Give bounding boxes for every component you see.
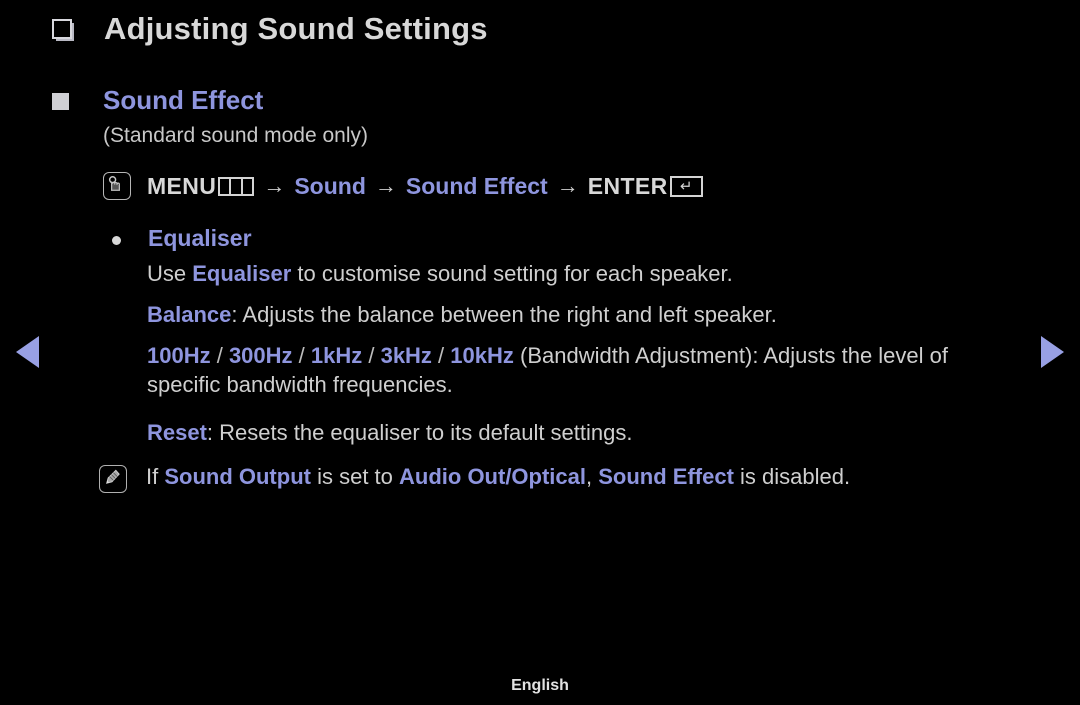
freq-100hz: 100Hz: [147, 343, 211, 368]
line1-term: Equaliser: [192, 261, 292, 286]
equaliser-bullet-row: Equaliser: [112, 224, 252, 254]
equaliser-line-1: Use Equaliser to customise sound setting…: [147, 259, 733, 288]
note-mid-2: ,: [586, 464, 599, 489]
path-arrow-1: →: [263, 173, 286, 198]
note-term-sound-output: Sound Output: [164, 464, 311, 489]
path-arrow-2: →: [374, 173, 397, 198]
balance-desc: : Adjusts the balance between the right …: [231, 302, 777, 327]
menu-grid-glyph-icon: [218, 176, 255, 196]
menu-label: MENU: [147, 172, 217, 199]
freq-sep-3: /: [362, 343, 381, 368]
freq-3khz: 3kHz: [380, 343, 432, 368]
page-title-row: Adjusting Sound Settings: [52, 10, 488, 47]
note-row: If Sound Output is set to Audio Out/Opti…: [99, 463, 850, 493]
menu-path-row: MENU → Sound → Sound Effect → ENTER ↵: [103, 172, 703, 200]
line1-post: to customise sound setting for each spea…: [291, 261, 733, 286]
filled-square-icon: [52, 93, 69, 110]
section-heading-row: Sound Effect: [52, 84, 263, 117]
reset-term: Reset: [147, 420, 207, 445]
ebook-page: Adjusting Sound Settings Sound Effect (S…: [0, 0, 1080, 705]
note-term-sound-effect: Sound Effect: [598, 464, 734, 489]
freq-300hz: 300Hz: [228, 343, 293, 368]
page-title: Adjusting Sound Settings: [104, 11, 488, 46]
note-mid-1: is set to: [310, 464, 400, 489]
note-pencil-icon: [99, 465, 127, 493]
left-triangle-icon[interactable]: [16, 336, 39, 368]
language-label: English: [511, 677, 569, 694]
touch-hand-icon: [103, 172, 131, 200]
balance-term: Balance: [147, 302, 232, 327]
dot-bullet-icon: [112, 236, 121, 245]
path-arrow-3: →: [556, 173, 579, 198]
equaliser-line-2: Balance: Adjusts the balance between the…: [147, 300, 777, 329]
stacked-square-icon: [52, 18, 78, 45]
right-triangle-icon[interactable]: [1041, 336, 1064, 368]
section-subnote: (Standard sound mode only): [103, 124, 368, 147]
note-term-audio-out-optical: Audio Out/Optical: [399, 464, 587, 489]
enter-return-glyph-icon: ↵: [669, 175, 703, 197]
menu-item-sound-effect[interactable]: Sound Effect: [406, 173, 548, 200]
equaliser-line-4: Reset: Resets the equaliser to its defau…: [147, 418, 632, 447]
note-post: is disabled.: [733, 464, 851, 489]
reset-desc: : Resets the equaliser to its default se…: [206, 420, 633, 445]
note-text: If Sound Output is set to Audio Out/Opti…: [146, 463, 850, 492]
note-pre: If: [146, 464, 165, 489]
enter-label: ENTER: [587, 172, 668, 199]
freq-sep-2: /: [292, 343, 311, 368]
freq-1khz: 1kHz: [310, 343, 363, 368]
equaliser-title: Equaliser: [148, 225, 252, 251]
freq-10khz: 10kHz: [450, 343, 514, 368]
freq-sep-4: /: [431, 343, 451, 368]
equaliser-line-3: 100Hz / 300Hz / 1kHz / 3kHz / 10kHz (Ban…: [147, 341, 1027, 399]
section-heading: Sound Effect: [103, 85, 264, 115]
menu-path-text: MENU → Sound → Sound Effect → ENTER ↵: [147, 173, 703, 200]
line1-pre: Use: [147, 261, 193, 286]
menu-item-sound[interactable]: Sound: [294, 173, 366, 200]
freq-sep-1: /: [210, 343, 229, 368]
